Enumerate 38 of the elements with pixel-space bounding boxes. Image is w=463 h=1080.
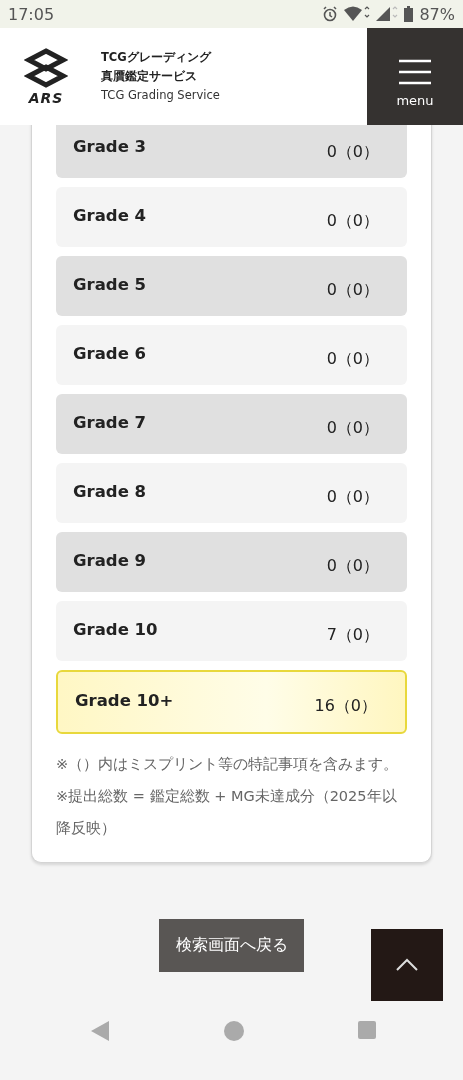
grade-label: Grade 10+ <box>75 690 175 710</box>
grade-count: 7（0） <box>326 624 379 646</box>
grade-label: Grade 3 <box>73 136 148 156</box>
menu-button[interactable]: menu <box>367 28 463 125</box>
grade-label: Grade 9 <box>73 550 148 570</box>
alarm-icon <box>322 6 339 22</box>
logo-text: ARS <box>28 89 64 106</box>
recents-icon[interactable] <box>358 1021 376 1039</box>
status-time: 17:05 <box>8 4 55 24</box>
grade-count: 0（0） <box>326 555 379 577</box>
grade-count: 0（0） <box>326 348 379 370</box>
grade-count: 0（0） <box>326 279 379 301</box>
home-icon[interactable] <box>224 1021 244 1041</box>
wifi-icon <box>344 6 371 22</box>
grade-label: Grade 8 <box>73 481 148 501</box>
footnote: ※提出総数 = 鑑定総数 + MG未達成分（2025年以降反映） <box>56 787 398 838</box>
grade-count: 0（0） <box>326 141 379 163</box>
grade-count: 0（0） <box>326 417 379 439</box>
service-subtitle: TCG Grading Service <box>101 87 221 104</box>
logo-icon <box>24 47 68 88</box>
grade-label: Grade 7 <box>73 412 148 432</box>
grade-count: 16（0） <box>314 695 377 717</box>
back-icon[interactable] <box>91 1021 109 1041</box>
menu-icon <box>399 59 431 85</box>
grade-label: Grade 6 <box>73 343 148 363</box>
grade-label: Grade 4 <box>73 205 148 225</box>
back-to-search-button[interactable]: 検索画面へ戻る <box>159 919 304 972</box>
grade-count: 0（0） <box>326 210 379 232</box>
grade-label: Grade 10 <box>73 619 159 639</box>
battery-percent: 87% <box>419 4 455 24</box>
footnote: ※（）内はミスプリント等の特記事項を含みます。 <box>56 755 400 774</box>
chevron-up-icon <box>395 958 419 972</box>
service-title: 真贋鑑定サービス <box>101 68 198 85</box>
service-title: TCGグレーディング <box>101 49 213 66</box>
signal-icon <box>376 6 399 22</box>
grade-count: 0（0） <box>326 486 379 508</box>
grade-label: Grade 5 <box>73 274 148 294</box>
battery-icon <box>404 6 414 22</box>
